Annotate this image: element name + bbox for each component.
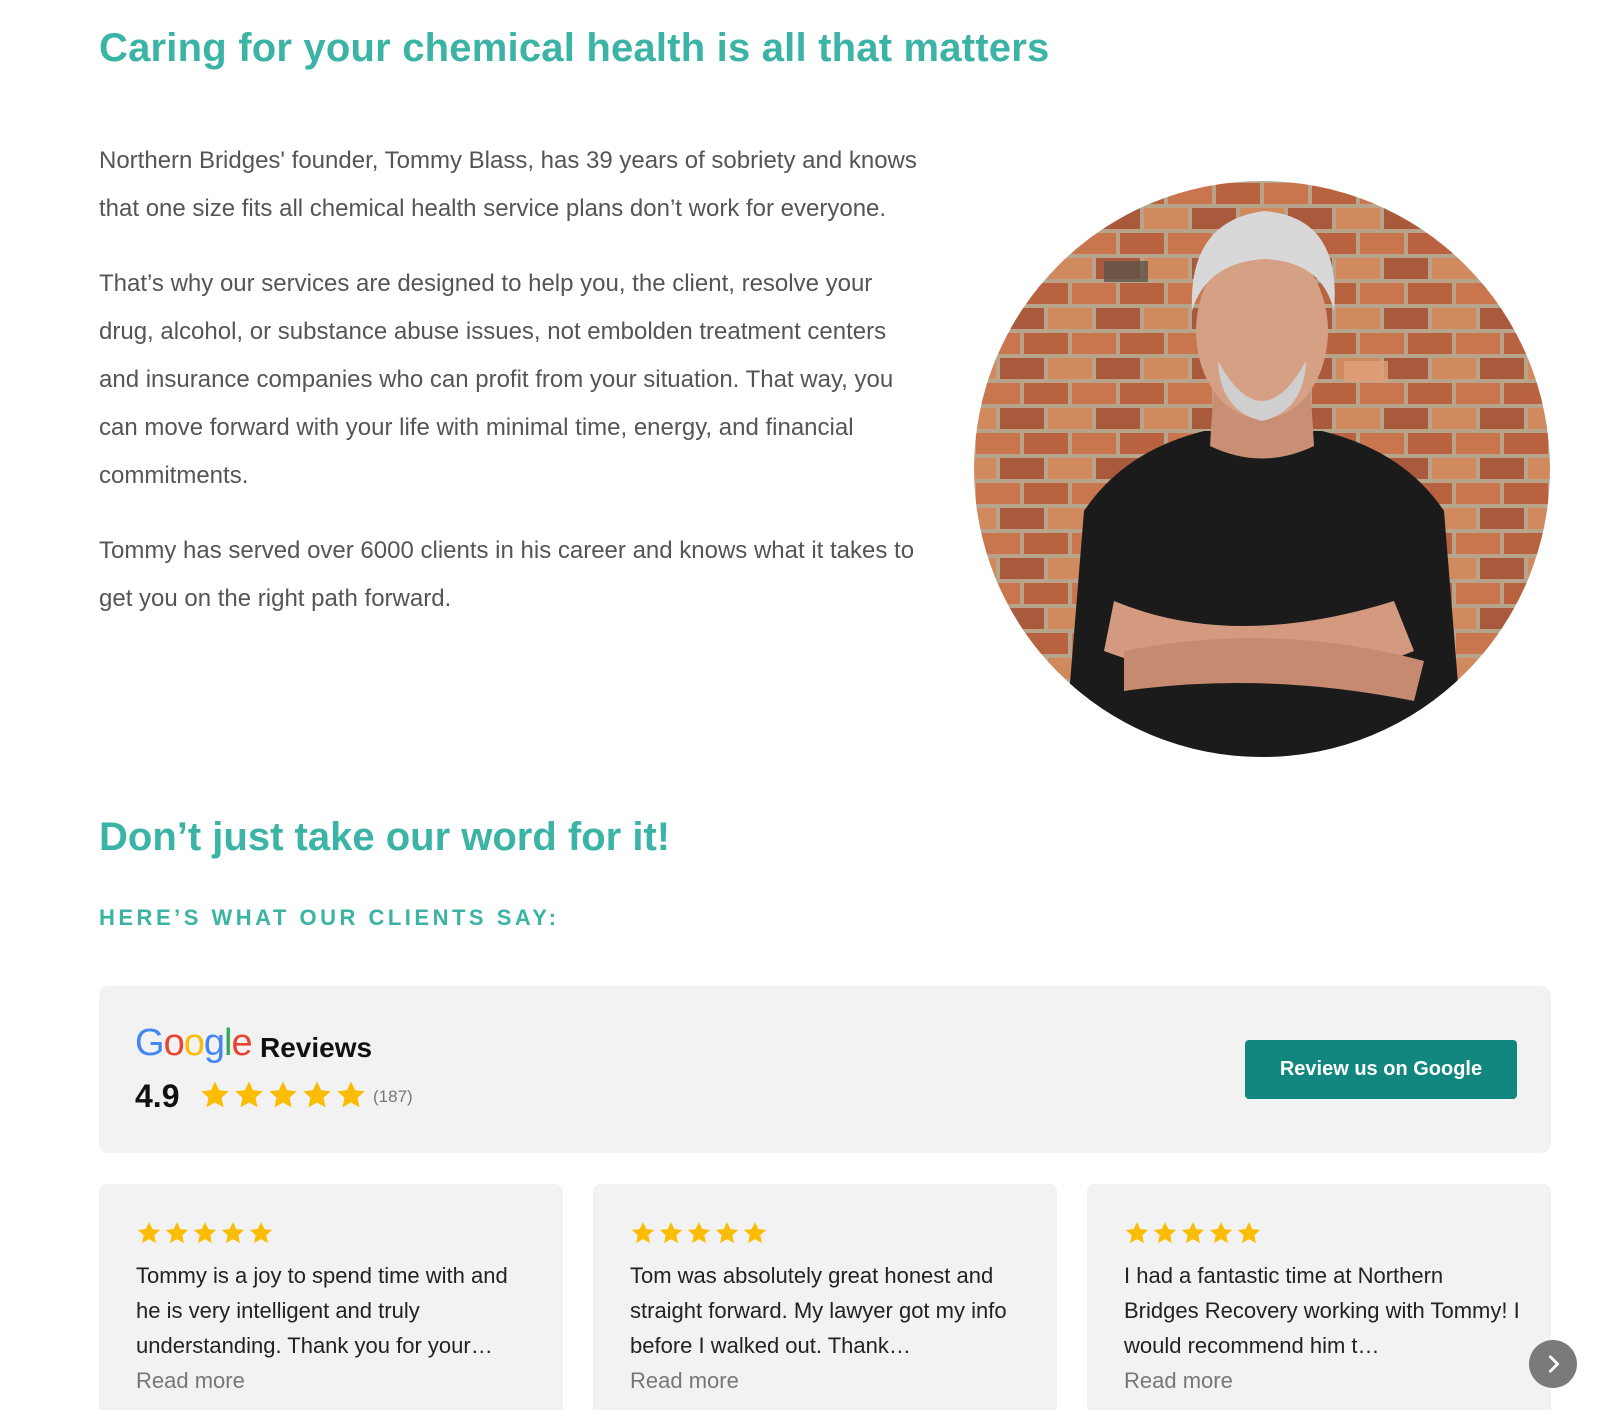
star-icon xyxy=(201,1081,229,1108)
intro-paragraph: Northern Bridges' founder, Tommy Blass, … xyxy=(99,147,917,222)
google-reviews-summary: Google Reviews 4.9 (187) Review us on Go… xyxy=(99,986,1551,1153)
star-icon xyxy=(303,1081,331,1108)
star-icon xyxy=(687,1221,711,1244)
chevron-right-icon xyxy=(1548,1355,1559,1373)
intro-paragraph: That’s why our services are designed to … xyxy=(99,270,894,489)
review-us-on-google-button[interactable]: Review us on Google xyxy=(1245,1040,1517,1099)
read-more-link[interactable]: Read more xyxy=(630,1363,1027,1398)
star-icon xyxy=(193,1221,217,1244)
star-icon xyxy=(631,1221,655,1244)
intro-paragraph: Tommy has served over 6000 clients in hi… xyxy=(99,537,915,612)
review-stars xyxy=(136,1220,533,1247)
review-text: Tommy is a joy to spend time with and he… xyxy=(136,1263,508,1358)
google-logo-letter: o xyxy=(183,1022,205,1064)
star-icon xyxy=(1237,1221,1261,1244)
star-icon xyxy=(221,1221,245,1244)
review-stars xyxy=(1124,1220,1521,1247)
review-card: I had a fantastic time at Northern Bridg… xyxy=(1087,1184,1551,1410)
review-carousel: Tommy is a joy to spend time with and he… xyxy=(99,1184,1551,1410)
star-icon xyxy=(165,1221,189,1244)
intro-heading: Caring for your chemical health is all t… xyxy=(99,26,1050,70)
testimonials-heading: Don’t just take our word for it! xyxy=(99,815,671,859)
read-more-link[interactable]: Read more xyxy=(1124,1363,1521,1398)
carousel-next-button[interactable] xyxy=(1529,1340,1577,1388)
star-icon xyxy=(235,1081,263,1108)
review-text: Tom was absolutely great honest and stra… xyxy=(630,1263,1007,1358)
star-icon xyxy=(1125,1221,1149,1244)
star-icon xyxy=(337,1081,365,1108)
review-stars xyxy=(630,1220,1027,1247)
star-icon xyxy=(1209,1221,1233,1244)
star-icon xyxy=(659,1221,683,1244)
reviews-label: Reviews xyxy=(260,1032,373,1063)
google-logo: Google xyxy=(135,1022,253,1065)
founder-portrait xyxy=(974,181,1550,757)
review-count: (187) xyxy=(373,1087,413,1106)
read-more-link[interactable]: Read more xyxy=(136,1363,533,1398)
rating-stars xyxy=(199,1079,367,1111)
testimonials-kicker: HERE’S WHAT OUR CLIENTS SAY: xyxy=(99,905,560,930)
google-logo-letter: G xyxy=(135,1022,165,1064)
star-icon xyxy=(715,1221,739,1244)
star-icon xyxy=(249,1221,273,1244)
star-icon xyxy=(269,1081,297,1108)
google-logo-letter: o xyxy=(163,1022,185,1064)
average-rating: 4.9 xyxy=(135,1078,180,1114)
review-card: Tommy is a joy to spend time with and he… xyxy=(99,1184,563,1410)
page: Caring for your chemical health is all t… xyxy=(0,0,1608,1410)
google-logo-letter: e xyxy=(231,1022,252,1064)
intro-text: Northern Bridges' founder, Tommy Blass, … xyxy=(99,137,919,650)
review-card: Tom was absolutely great honest and stra… xyxy=(593,1184,1057,1410)
star-icon xyxy=(1153,1221,1177,1244)
google-logo-letter: g xyxy=(203,1022,225,1064)
star-icon xyxy=(137,1221,161,1244)
star-icon xyxy=(743,1221,767,1244)
star-icon xyxy=(1181,1221,1205,1244)
review-text: I had a fantastic time at Northern Bridg… xyxy=(1124,1263,1520,1358)
founder-photo xyxy=(974,181,1550,757)
